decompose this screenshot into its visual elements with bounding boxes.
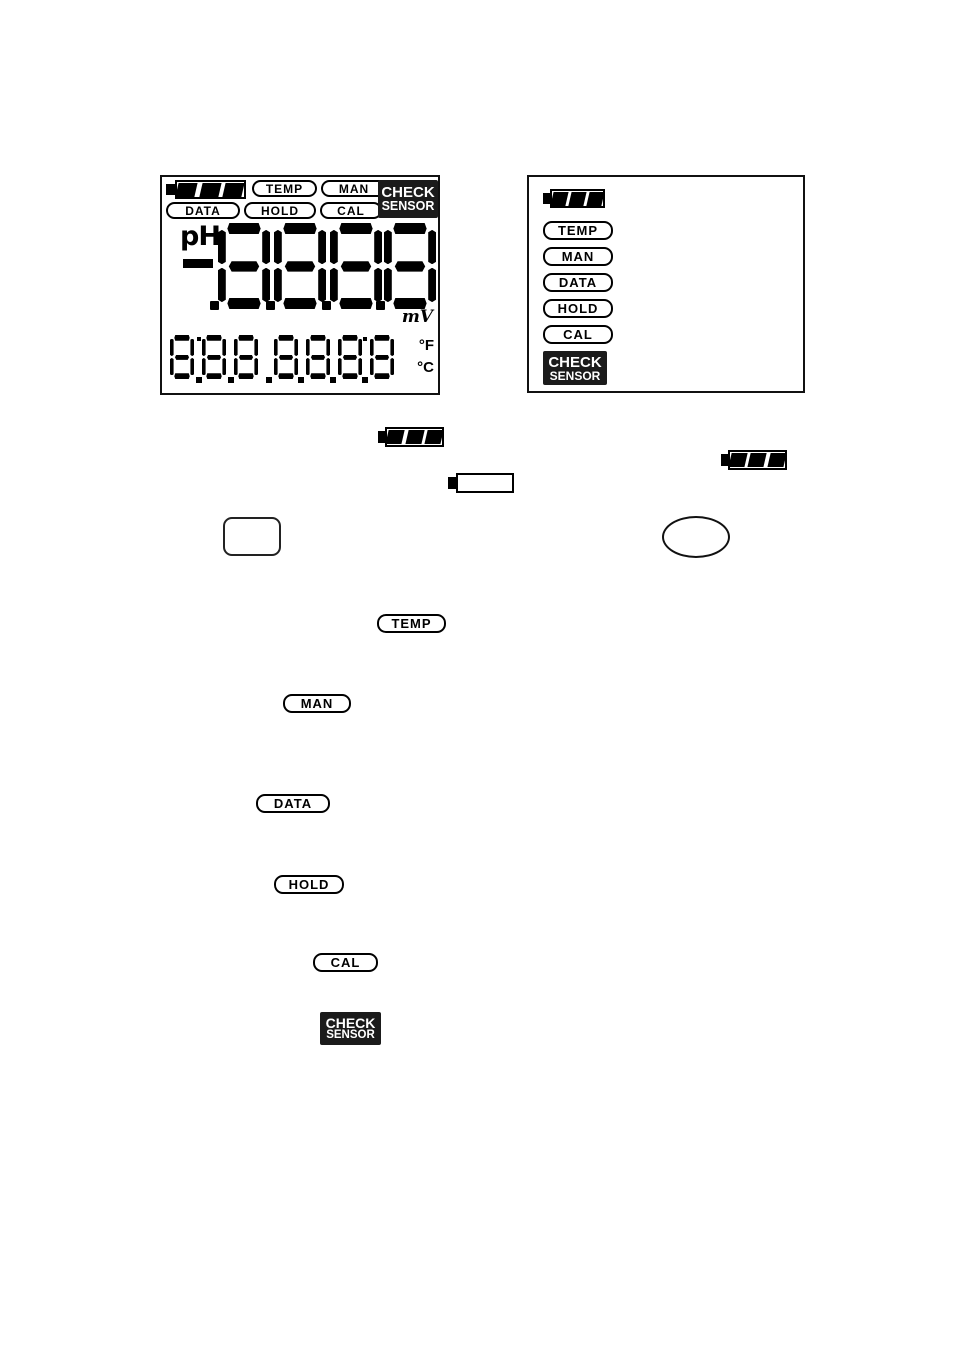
lcd-main-reading: pH [174, 221, 436, 311]
check-sensor-line2: SENSOR [549, 368, 601, 383]
callout-pill-temp: TEMP [377, 614, 446, 633]
sub-decimal-3 [266, 377, 272, 383]
main-digit-2 [274, 223, 326, 309]
callout-pill-cal: CAL [313, 953, 378, 972]
legend-item-cal: CAL [543, 325, 613, 344]
sub-digit-2 [202, 335, 226, 379]
battery-full-icon [720, 450, 787, 470]
main-decimal-1 [210, 301, 219, 310]
annunciator-temp: TEMP [252, 180, 317, 197]
legend-item-check-sensor: CHECK SENSOR [543, 351, 607, 385]
lcd-annunciator-area: TEMP MAN DATA HOLD CAL CHECK SENSOR [166, 180, 438, 219]
callout-cal: CAL [313, 953, 378, 972]
sub-digit-7 [370, 335, 394, 379]
ellipse-icon [662, 516, 730, 558]
main-digit-3 [330, 223, 382, 309]
sub-decimal-2 [228, 377, 234, 383]
main-decimal-2 [266, 301, 275, 310]
main-digit-1 [218, 223, 270, 309]
legend-item-temp: TEMP [543, 221, 613, 240]
legend-item-hold: HOLD [543, 299, 613, 318]
check-sensor-line2: SENSOR [326, 1028, 375, 1041]
callout-man: MAN [283, 694, 351, 713]
main-decimal-4 [376, 301, 385, 310]
battery-empty-icon [448, 473, 515, 493]
callout-pill-man: MAN [283, 694, 351, 713]
sub-digit-5 [306, 335, 330, 379]
sub-colon-2 [363, 337, 367, 341]
sub-decimal-1 [196, 377, 202, 383]
annunciator-check-sensor: CHECK SENSOR [378, 180, 438, 218]
annunciator-data: DATA [166, 202, 240, 219]
callout-pill-hold: HOLD [274, 875, 344, 894]
legend-item-data: DATA [543, 273, 613, 292]
annunciator-cal: CAL [320, 202, 382, 219]
main-decimal-3 [322, 301, 331, 310]
callout-check-sensor: CHECK SENSOR [320, 1012, 381, 1045]
lcd-display-panel: TEMP MAN DATA HOLD CAL CHECK SENSOR pH m… [160, 175, 440, 395]
callout-hold: HOLD [274, 875, 344, 894]
check-sensor-line1: CHECK [548, 353, 602, 371]
check-sensor-line2: SENSOR [381, 199, 435, 214]
negative-sign-segment [183, 259, 213, 268]
sub-decimal-5 [330, 377, 336, 383]
lcd-secondary-reading [170, 335, 436, 383]
annunciator-hold: HOLD [244, 202, 316, 219]
legend-panel: TEMP MAN DATA HOLD CAL CHECK SENSOR [527, 175, 805, 393]
battery-full-icon [378, 427, 444, 447]
callout-temp: TEMP [377, 614, 446, 633]
battery-full-icon [543, 189, 605, 208]
callout-data: DATA [256, 794, 330, 813]
rounded-square-icon [223, 517, 281, 556]
sub-decimal-6 [362, 377, 368, 383]
check-sensor-line1: CHECK [381, 184, 435, 202]
battery-full-icon [166, 180, 246, 199]
callout-pill-data: DATA [256, 794, 330, 813]
sub-decimal-4 [298, 377, 304, 383]
check-sensor-line1: CHECK [325, 1014, 376, 1031]
sub-digit-6 [338, 335, 362, 379]
main-digit-4 [384, 223, 436, 309]
ph-unit-label: pH [180, 221, 221, 252]
sub-colon-1 [197, 337, 201, 341]
sub-digit-4 [274, 335, 298, 379]
sub-digit-1 [170, 335, 194, 379]
legend-item-man: MAN [543, 247, 613, 266]
unit-mv-label: mV [401, 307, 433, 327]
sub-digit-3 [234, 335, 258, 379]
